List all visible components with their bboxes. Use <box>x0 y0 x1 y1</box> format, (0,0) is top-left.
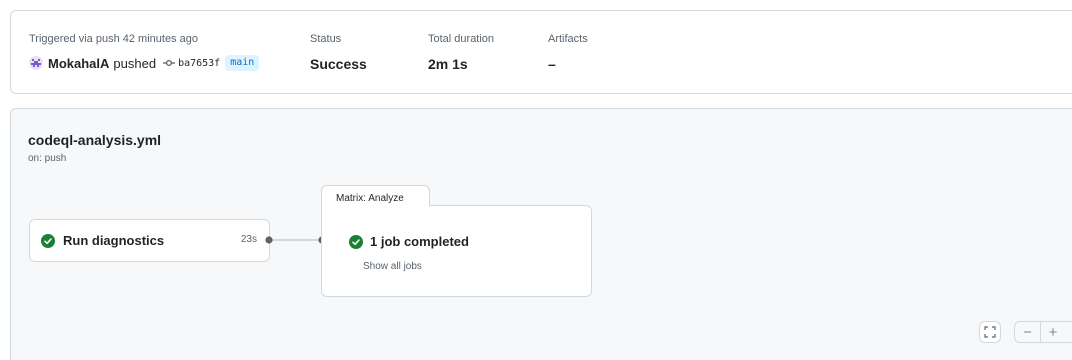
run-summary: Triggered via push 42 minutes ago Mokaha… <box>10 10 1072 94</box>
duration-column: Total duration 2m 1s <box>428 32 494 73</box>
zoom-out-button[interactable]: − <box>1015 322 1040 342</box>
screen-full-icon <box>984 326 996 338</box>
workflow-name: codeql-analysis.yml <box>28 132 162 148</box>
job-duration: 23s <box>240 234 257 245</box>
check-circle-fill-icon <box>349 234 363 249</box>
commit-sha-link[interactable]: ba7653f <box>178 58 220 69</box>
job-card-run-diagnostics[interactable]: Run diagnostics 23s <box>29 219 270 262</box>
status-label: Status <box>310 33 342 45</box>
check-circle-fill-icon <box>41 233 55 248</box>
artifacts-value: – <box>548 56 556 72</box>
fullscreen-button[interactable] <box>979 321 1001 343</box>
status-value: Success <box>310 56 367 72</box>
actor-link[interactable]: MokahalA <box>48 56 109 71</box>
matrix-status-text: 1 job completed <box>370 234 469 249</box>
artifacts-column: Artifacts – <box>548 32 588 73</box>
workflow-trigger: on: push <box>28 153 67 164</box>
job-name: Run diagnostics <box>63 233 165 248</box>
action-text: pushed <box>113 55 157 71</box>
trigger-label: Triggered via push 42 minutes ago <box>29 33 198 45</box>
duration-label: Total duration <box>428 33 495 45</box>
artifacts-label: Artifacts <box>548 33 588 45</box>
job-connector <box>265 236 326 244</box>
status-column: Status Success <box>310 32 367 73</box>
matrix-group-analyze[interactable]: 1 job completed Show all jobs <box>321 205 592 297</box>
workflow-graph: codeql-analysis.yml on: push Run diagnos… <box>10 108 1072 360</box>
zoom-controls: − + <box>1014 321 1072 343</box>
zoom-in-button[interactable]: + <box>1040 322 1065 342</box>
branch-badge[interactable]: main <box>225 55 260 71</box>
matrix-tab-join <box>322 204 429 207</box>
avatar-icon[interactable] <box>29 56 43 70</box>
trigger-details: MokahalA pushed ba7653f main <box>29 54 260 72</box>
duration-value: 2m 1s <box>428 56 468 72</box>
show-all-jobs-link[interactable]: Show all jobs <box>363 261 422 272</box>
matrix-status: 1 job completed <box>349 234 469 249</box>
trigger-info: Triggered via push 42 minutes ago Mokaha… <box>29 32 260 72</box>
git-commit-icon <box>163 59 176 67</box>
